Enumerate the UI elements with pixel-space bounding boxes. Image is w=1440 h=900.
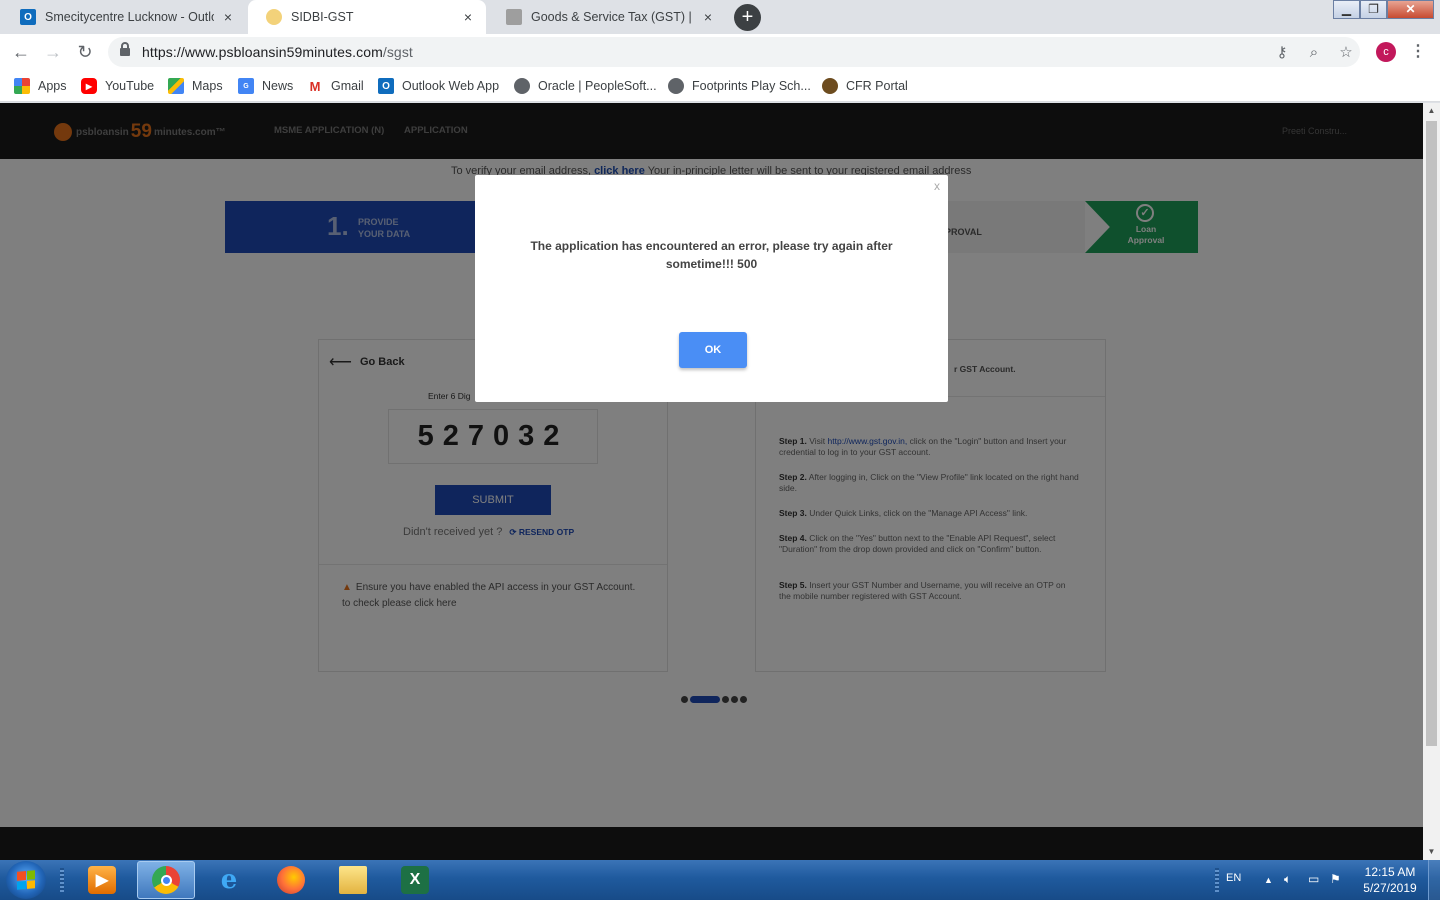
excel-icon: X bbox=[401, 866, 429, 894]
taskbar-app-file-explorer[interactable] bbox=[324, 861, 382, 899]
windows-taskbar: ▶ e X EN ▲ 🔈︎ ▭ ⚑ 12:15 AM 5/27/2019 bbox=[0, 860, 1440, 900]
youtube-icon: ▶ bbox=[81, 78, 97, 94]
bookmark-oracle-peoplesoft[interactable]: Oracle | PeopleSoft... bbox=[514, 76, 657, 96]
bookmark-maps[interactable]: Maps bbox=[168, 76, 223, 96]
scrollbar-thumb[interactable] bbox=[1426, 121, 1437, 746]
close-tab-icon[interactable]: × bbox=[220, 9, 236, 25]
close-tab-icon[interactable]: × bbox=[700, 9, 716, 25]
error-dialog: x The application has encountered an err… bbox=[475, 175, 948, 402]
bookmark-outlook-web-app[interactable]: O Outlook Web App bbox=[378, 76, 499, 96]
taskbar-app-excel[interactable]: X bbox=[386, 861, 444, 899]
page-viewport: psbloansin 59 minutes.com™ MSME APPLICAT… bbox=[0, 103, 1423, 860]
tab-label: Goods & Service Tax (GST) | User bbox=[531, 10, 694, 24]
tray-grip[interactable] bbox=[1215, 868, 1219, 892]
url-host: https://www.psbloansin59minutes.com bbox=[142, 44, 383, 60]
volume-icon[interactable]: 🔈︎ bbox=[1284, 872, 1291, 887]
bookmark-label: News bbox=[262, 79, 294, 93]
page-scrollbar[interactable]: ▲ ▼ bbox=[1423, 103, 1440, 860]
globe-icon bbox=[668, 78, 684, 94]
bookmark-footprints[interactable]: Footprints Play Sch... bbox=[668, 76, 811, 96]
window-controls: ▁ ❐ ✕ bbox=[1333, 0, 1434, 19]
profile-avatar[interactable]: c bbox=[1376, 42, 1396, 62]
taskbar-app-internet-explorer[interactable]: e bbox=[200, 861, 258, 899]
key-icon[interactable]: ⚷ bbox=[1272, 43, 1292, 63]
bookmark-label: CFR Portal bbox=[846, 79, 908, 93]
network-icon[interactable]: ▭ bbox=[1308, 872, 1319, 886]
tab-label: SIDBI-GST bbox=[291, 10, 354, 24]
browser-tab-bar: O Smecitycentre Lucknow - Outlook × SIDB… bbox=[0, 0, 1440, 34]
file-explorer-icon bbox=[339, 866, 367, 894]
scroll-up-icon[interactable]: ▲ bbox=[1423, 103, 1440, 119]
internet-explorer-icon: e bbox=[220, 865, 238, 895]
error-message: The application has encountered an error… bbox=[530, 239, 893, 271]
tab-gst-portal[interactable]: Goods & Service Tax (GST) | User × bbox=[488, 0, 726, 34]
sidbi-icon bbox=[266, 9, 282, 25]
clock-date: 5/27/2019 bbox=[1363, 881, 1417, 895]
close-icon[interactable]: x bbox=[934, 179, 940, 193]
lock-icon bbox=[120, 42, 130, 57]
bookmark-label: Footprints Play Sch... bbox=[692, 79, 811, 93]
bookmark-label: Gmail bbox=[331, 79, 364, 93]
language-indicator[interactable]: EN bbox=[1226, 872, 1241, 884]
url-path: /sgst bbox=[382, 44, 413, 60]
action-center-flag-icon[interactable]: ⚑ bbox=[1330, 872, 1341, 886]
address-bar[interactable]: https://www.psbloansin59minutes.com/sgst… bbox=[108, 37, 1360, 67]
show-desktop-button[interactable] bbox=[1428, 860, 1440, 900]
back-arrow-icon[interactable]: ← bbox=[9, 40, 33, 64]
zoom-icon[interactable]: ⌕ bbox=[1304, 43, 1324, 63]
tab-outlook[interactable]: O Smecitycentre Lucknow - Outlook × bbox=[2, 0, 246, 34]
tab-label: Smecitycentre Lucknow - Outlook bbox=[45, 10, 214, 24]
bookmark-cfr-portal[interactable]: CFR Portal bbox=[822, 76, 908, 96]
close-window-button[interactable]: ✕ bbox=[1387, 0, 1434, 19]
media-player-icon: ▶ bbox=[88, 866, 116, 894]
close-tab-icon[interactable]: × bbox=[460, 9, 476, 25]
cfr-icon bbox=[822, 78, 838, 94]
bookmark-label: Outlook Web App bbox=[402, 79, 500, 93]
news-icon: G bbox=[238, 78, 254, 94]
star-bookmark-icon[interactable]: ☆ bbox=[1336, 43, 1356, 63]
scroll-down-icon[interactable]: ▼ bbox=[1423, 844, 1440, 860]
bookmark-label: YouTube bbox=[105, 79, 155, 93]
outlook-icon: O bbox=[20, 9, 36, 25]
forward-arrow-icon[interactable]: → bbox=[41, 40, 65, 64]
ok-button[interactable]: OK bbox=[679, 332, 747, 368]
gmail-icon: M bbox=[307, 78, 323, 94]
bookmark-label: Oracle | PeopleSoft... bbox=[538, 79, 657, 93]
windows-logo-icon bbox=[17, 870, 35, 890]
taskbar-app-media-player[interactable]: ▶ bbox=[73, 861, 131, 899]
bookmark-gmail[interactable]: M Gmail bbox=[307, 76, 364, 96]
outlook-icon: O bbox=[378, 78, 394, 94]
apps-grid-icon bbox=[14, 78, 30, 94]
clock-time: 12:15 AM bbox=[1364, 865, 1416, 879]
tab-sidbi-gst[interactable]: SIDBI-GST × bbox=[248, 0, 486, 34]
new-tab-button[interactable]: + bbox=[734, 4, 761, 31]
taskbar-grip[interactable] bbox=[60, 868, 64, 892]
show-hidden-icons-icon[interactable]: ▲ bbox=[1264, 875, 1273, 885]
browser-toolbar: ← → ↻ https://www.psbloansin59minutes.co… bbox=[0, 34, 1440, 70]
globe-icon bbox=[514, 78, 530, 94]
start-button[interactable] bbox=[6, 861, 46, 899]
reload-icon[interactable]: ↻ bbox=[73, 40, 97, 64]
taskbar-app-firefox[interactable] bbox=[262, 861, 320, 899]
bookmarks-bar: Apps ▶ YouTube Maps G News M Gmail O Out… bbox=[0, 70, 1440, 102]
bookmark-label: Apps bbox=[38, 79, 67, 93]
chrome-icon bbox=[152, 866, 180, 894]
minimize-button[interactable]: ▁ bbox=[1333, 0, 1360, 19]
maps-icon bbox=[168, 78, 184, 94]
bookmark-label: Maps bbox=[192, 79, 223, 93]
bookmark-news[interactable]: G News bbox=[238, 76, 293, 96]
gst-emblem-icon bbox=[506, 9, 522, 25]
system-clock[interactable]: 12:15 AM 5/27/2019 bbox=[1355, 864, 1425, 896]
firefox-icon bbox=[277, 866, 305, 894]
taskbar-app-chrome[interactable] bbox=[137, 861, 195, 899]
bookmark-youtube[interactable]: ▶ YouTube bbox=[81, 76, 154, 96]
bookmark-apps[interactable]: Apps bbox=[14, 76, 67, 96]
maximize-button[interactable]: ❐ bbox=[1360, 0, 1387, 19]
menu-dots-icon[interactable]: ⋮ bbox=[1408, 40, 1428, 64]
url-text[interactable]: https://www.psbloansin59minutes.com/sgst bbox=[142, 44, 413, 60]
